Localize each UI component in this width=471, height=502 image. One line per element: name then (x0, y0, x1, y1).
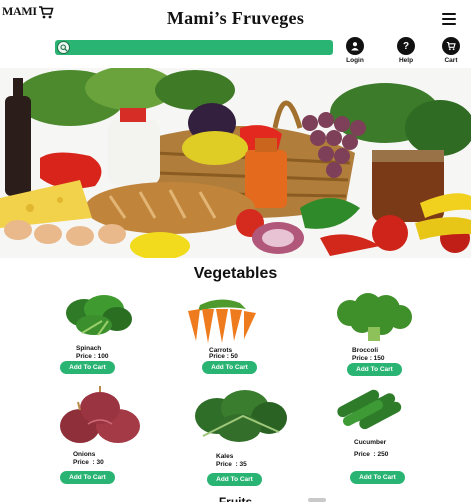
carrots-image (188, 299, 256, 343)
product-name: Broccoli (352, 347, 379, 354)
user-icon (346, 37, 364, 55)
product-name: Kales (216, 453, 234, 460)
menu-icon[interactable] (442, 13, 456, 25)
search-bar[interactable] (55, 40, 333, 55)
spinach-image (66, 295, 132, 336)
product-name: Cucumber (354, 439, 387, 446)
hero-banner (0, 68, 471, 258)
hero-produce-image (0, 68, 471, 258)
kales-image (195, 390, 287, 442)
product-price: Price : 35 (216, 461, 247, 468)
help-label: Help (398, 57, 414, 64)
cucumber-image (337, 389, 402, 430)
product-price: Price : 150 (352, 355, 385, 362)
section-title: Vegetables (193, 265, 278, 282)
scrollbar-thumb[interactable] (308, 498, 326, 502)
add-to-cart-button[interactable]: Add To Cart (60, 361, 115, 374)
cart-button[interactable]: Cart (439, 37, 463, 64)
search-input[interactable] (73, 40, 329, 55)
add-to-cart-button[interactable]: Add To Cart (202, 361, 257, 374)
product-price: Price : 250 (354, 451, 389, 458)
help-button[interactable]: ? Help (394, 37, 418, 64)
product-price: Price : 30 (73, 459, 104, 466)
add-to-cart-button[interactable]: Add To Cart (347, 363, 402, 376)
product-name: Onions (73, 451, 96, 458)
site-title: Mami’s Fruveges (166, 8, 305, 28)
product-price: Price : 50 (209, 353, 238, 360)
add-to-cart-button[interactable]: Add To Cart (60, 471, 115, 484)
search-icon[interactable] (57, 41, 70, 54)
product-name: Spinach (76, 345, 102, 352)
login-button[interactable]: Login (343, 37, 367, 64)
help-icon: ? (397, 37, 415, 55)
cart-label: Cart (444, 57, 458, 64)
add-to-cart-button[interactable]: Add To Cart (207, 473, 262, 486)
next-section-title: Fruits (218, 495, 253, 502)
add-to-cart-button[interactable]: Add To Cart (350, 471, 405, 484)
cart-icon (442, 37, 460, 55)
broccoli-image (337, 293, 412, 341)
onions-image (60, 386, 140, 443)
product-price: Price : 100 (76, 353, 109, 360)
login-label: Login (346, 57, 364, 64)
